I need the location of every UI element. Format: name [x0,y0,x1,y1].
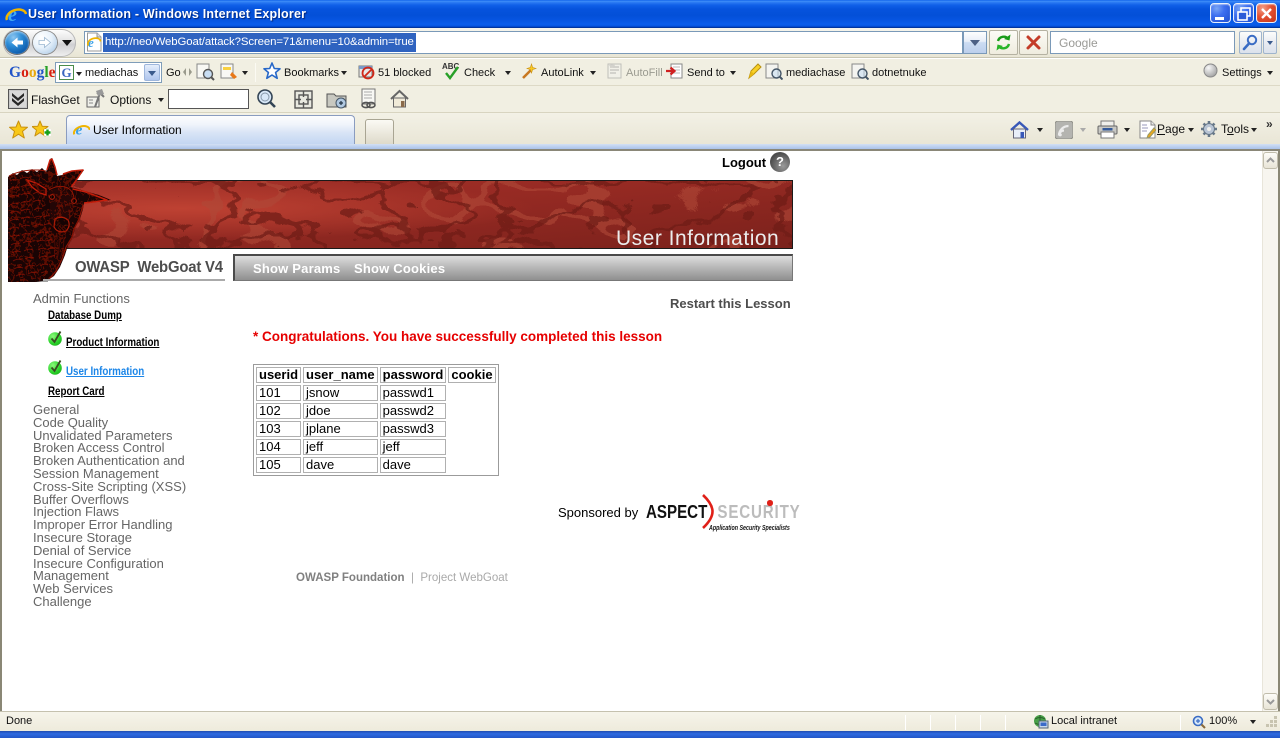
svg-text:e: e [76,121,83,138]
svg-text:G: G [62,65,72,80]
